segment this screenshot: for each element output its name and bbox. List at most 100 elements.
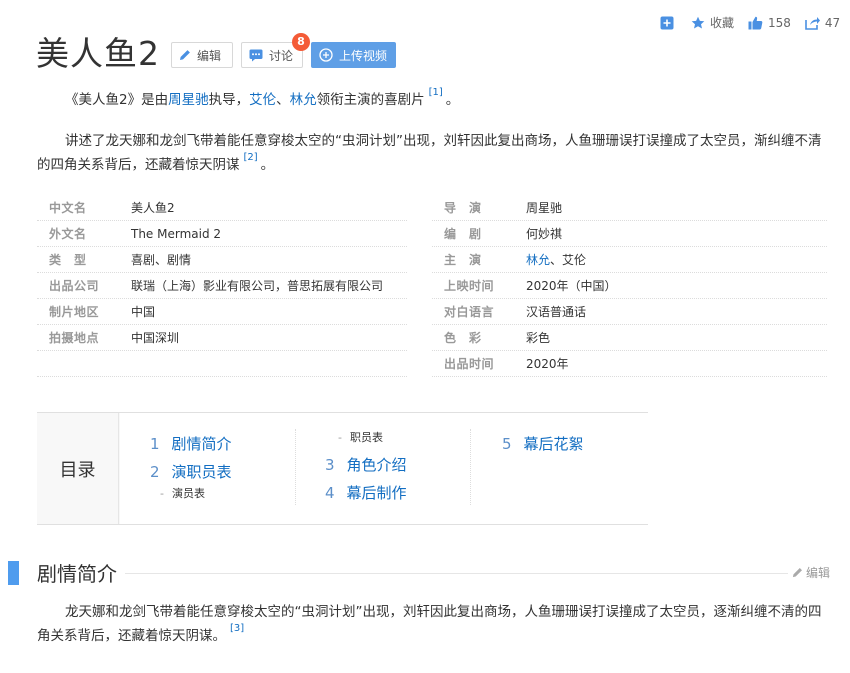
catalog-item-label: 演职员表 [171, 463, 232, 481]
edit-button-label: 编辑 [197, 48, 222, 63]
section-edit-button[interactable]: 编辑 [788, 564, 831, 581]
catalog-item-characters[interactable]: 3 角色介绍 [325, 454, 407, 475]
info-value: 2020年（中国） [526, 279, 617, 293]
info-item: 上映时间 2020年（中国） [432, 273, 827, 299]
top-action-bar: 收藏 158 47 [660, 14, 850, 31]
info-item: 色 彩 彩色 [432, 325, 827, 351]
info-item: 编 剧 何妙祺 [432, 221, 827, 247]
catalog-item-production[interactable]: 4 幕后制作 [325, 482, 407, 503]
info-value: 喜剧、剧情 [131, 253, 192, 267]
info-value: The Mermaid 2 [131, 226, 222, 241]
info-item: 出品公司 联瑞（上海）影业有限公司，普思拓展有限公司 [37, 273, 407, 299]
catalog-divider [470, 429, 471, 505]
catalog-item-trivia[interactable]: 5 幕后花絮 [502, 433, 584, 454]
favorite-label: 收藏 [710, 16, 735, 30]
info-key: 拍摄地点 [49, 331, 100, 345]
info-value: 2020年 [526, 357, 569, 371]
info-item: 类 型 喜剧、剧情 [37, 247, 407, 273]
info-key: 对白语言 [444, 305, 495, 319]
share-button[interactable]: 47 [805, 16, 840, 30]
catalog-item-cast-crew[interactable]: 2 演职员表 [150, 461, 232, 482]
catalog-subitem-cast[interactable]: - 演员表 [160, 485, 205, 501]
reference-link[interactable]: [3] [230, 623, 244, 634]
info-key: 色 彩 [444, 331, 482, 345]
info-key: 主 演 [444, 253, 482, 267]
catalog-item-label: 幕后花絮 [523, 435, 584, 453]
catalog-subitem-label: 演员表 [171, 487, 205, 500]
catalog-item-number: 3 [325, 456, 335, 474]
info-key: 中文名 [49, 201, 87, 215]
info-key: 出品时间 [444, 357, 495, 371]
info-key: 出品公司 [49, 279, 100, 293]
actor-link-linyun[interactable]: 林允 [290, 92, 317, 108]
page-title: 美人鱼2 [36, 34, 160, 73]
catalog-subitem-label: 职员表 [349, 431, 383, 444]
actor-link-ailun[interactable]: 艾伦 [249, 92, 276, 108]
catalog-item-plot[interactable]: 1 剧情简介 [150, 433, 232, 454]
favorite-button[interactable]: 收藏 [691, 14, 734, 31]
add-to-list-button[interactable] [660, 16, 679, 30]
section-divider [37, 573, 827, 574]
info-value: 何妙祺 [526, 227, 563, 241]
pencil-icon [792, 568, 802, 578]
summary-text: 讲述了龙天娜和龙剑飞带着能任意穿梭太空的“虫洞计划”出现，刘轩因此复出商场，人鱼… [37, 133, 822, 173]
info-value: 周星驰 [526, 201, 563, 215]
section-text: 龙天娜和龙剑飞带着能任意穿梭太空的“虫洞计划”出现，刘轩因此复出商场，人鱼珊珊误… [37, 604, 822, 644]
info-item-empty [37, 351, 407, 377]
plus-square-icon [660, 16, 674, 29]
info-key: 导 演 [444, 201, 482, 215]
reference-link[interactable]: [1] [429, 87, 443, 98]
upload-video-button[interactable]: 上传视频 [311, 42, 396, 68]
edit-button[interactable]: 编辑 [171, 42, 233, 68]
catalog-item-label: 剧情简介 [171, 435, 232, 453]
catalog-body: 1 剧情简介 2 演职员表 - 演员表 - 职员表 3 角色介绍 4 幕后制作 5 幕后花絮 [120, 413, 648, 524]
chat-bubble-icon [249, 49, 263, 61]
share-icon [805, 16, 820, 30]
section-title: 剧情简介 [37, 559, 125, 589]
info-value: 彩色 [526, 331, 551, 345]
summary-text: 。 [445, 92, 460, 108]
catalog-item-label: 角色介绍 [346, 456, 407, 474]
info-item: 拍摄地点 中国深圳 [37, 325, 407, 351]
info-value: 汉语普通话 [526, 305, 587, 319]
plus-circle-icon [319, 48, 333, 62]
pencil-icon [180, 50, 190, 60]
share-count: 47 [824, 15, 841, 30]
info-value-rest: 、艾伦 [550, 253, 587, 267]
section-edit-label: 编辑 [806, 566, 831, 580]
info-key: 制片地区 [49, 305, 100, 319]
catalog-item-number: 5 [502, 435, 512, 453]
info-item: 制片地区 中国 [37, 299, 407, 325]
table-of-contents: 目录 1 剧情简介 2 演职员表 - 演员表 - 职员表 3 角色介绍 4 幕后制作 5 幕后… [37, 412, 648, 525]
catalog-item-number: 1 [150, 435, 160, 453]
catalog-title: 目录 [37, 413, 119, 524]
catalog-subitem-crew[interactable]: - 职员表 [338, 429, 383, 445]
discuss-count-badge: 8 [292, 33, 310, 51]
info-key: 编 剧 [444, 227, 482, 241]
lead-actor-link[interactable]: 林允 [526, 253, 550, 267]
catalog-divider [295, 429, 296, 505]
reference-link[interactable]: [2] [244, 152, 258, 163]
summary-text: 领衔主演的喜剧片 [316, 92, 425, 108]
info-item: 导 演 周星驰 [432, 195, 827, 221]
info-item: 对白语言 汉语普通话 [432, 299, 827, 325]
catalog-item-number: 2 [150, 463, 160, 481]
info-value: 中国深圳 [131, 331, 180, 345]
thumbs-up-icon [748, 16, 763, 29]
summary-intro: 《美人鱼2》是由周星驰执导，艾伦、林允领衔主演的喜剧片 [1]。 [37, 87, 827, 112]
info-value: 联瑞（上海）影业有限公司，普思拓展有限公司 [131, 279, 384, 293]
summary-text: 《美人鱼2》是由 [65, 92, 169, 108]
catalog-item-label: 幕后制作 [346, 484, 407, 502]
like-count: 158 [768, 15, 791, 30]
info-item: 出品时间 2020年 [432, 351, 827, 377]
summary-text: 执导， [208, 92, 250, 108]
like-button[interactable]: 158 [748, 16, 791, 30]
upload-button-label: 上传视频 [339, 48, 388, 63]
info-key: 外文名 [49, 227, 87, 241]
summary-text: 。 [260, 157, 275, 173]
bullet-icon: - [160, 487, 164, 500]
discuss-button-label: 讨论 [269, 48, 294, 63]
director-link[interactable]: 周星驰 [168, 92, 209, 108]
bullet-icon: - [338, 431, 342, 444]
info-key: 上映时间 [444, 279, 495, 293]
